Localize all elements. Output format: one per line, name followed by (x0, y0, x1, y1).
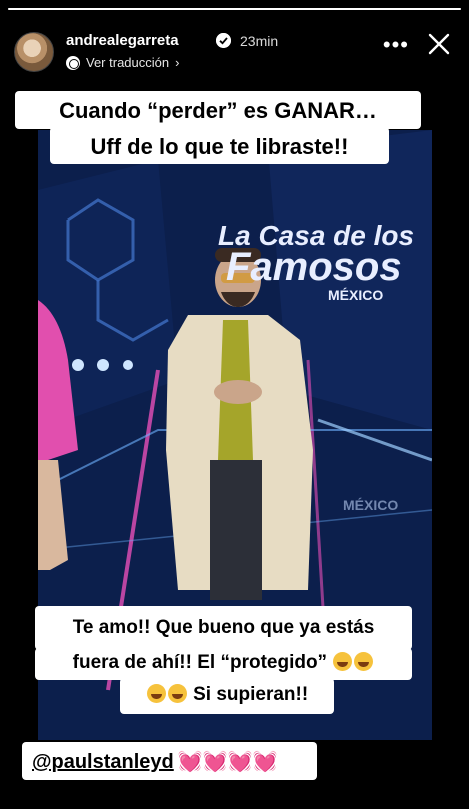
translate-link[interactable]: Ver traducción › (66, 55, 179, 70)
globe-icon (66, 55, 80, 70)
mention-handle[interactable]: @paulstanleyd (32, 751, 174, 773)
laughing-emoji-icon (333, 652, 353, 671)
story-progress-bar (8, 8, 461, 10)
laughing-emoji-icon (146, 684, 166, 703)
mention-sticker[interactable]: @paulstanleyd 💓💓💓💓 (22, 742, 317, 780)
hearts-emoji-icon: 💓💓💓💓 (177, 751, 278, 773)
translate-label: Ver traducción (86, 55, 170, 70)
username[interactable]: andrealegarreta (66, 32, 179, 49)
sign-line2: Famosos (226, 245, 402, 289)
avatar[interactable] (14, 32, 54, 72)
verified-badge-icon (216, 33, 231, 48)
story-progress-fill (8, 8, 461, 10)
caption-bottom-line2: fuera de ahí!! El “protegido” (72, 652, 328, 673)
sign-line3: MÉXICO (328, 287, 383, 303)
caption-bottom-line2-box: fuera de ahí!! El “protegido” (35, 648, 412, 680)
caption-top-line2: Uff de lo que te libraste!! (50, 127, 389, 164)
post-time: 23min (240, 33, 279, 49)
close-icon[interactable] (427, 32, 451, 56)
caption-bottom-line3: Si supieran!! (193, 684, 309, 705)
story-header: andrealegarreta 23min Ver traducción › •… (14, 28, 457, 76)
rolling-laughing-emoji-icon (354, 652, 374, 671)
chevron-right-icon: › (175, 55, 180, 70)
caption-bottom-line3-box: Si supieran!! (120, 678, 334, 714)
caption-top-line1: Cuando “perder” es GANAR… (15, 91, 421, 129)
more-icon[interactable]: ••• (383, 34, 409, 56)
floor-sign: MÉXICO (343, 497, 398, 513)
caption-bottom-line1: Te amo!! Que bueno que ya estás (35, 606, 412, 650)
rolling-laughing-emoji-icon (167, 684, 187, 703)
